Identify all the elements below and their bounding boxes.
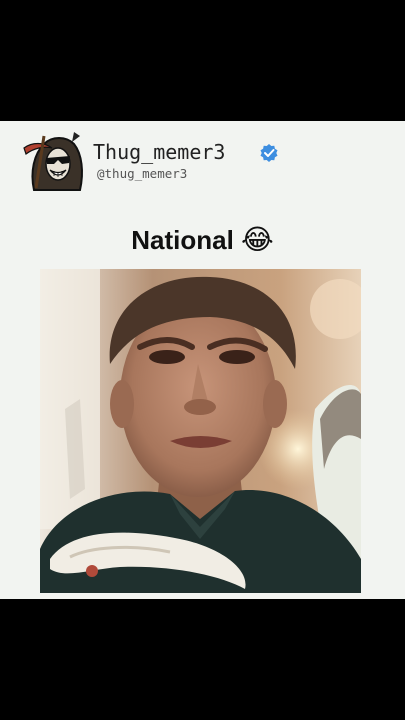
post-caption: National 😂 [0, 222, 405, 258]
caption-text: National [131, 225, 234, 255]
laughing-emoji-icon: 😂 [241, 223, 274, 256]
user-handle[interactable]: @thug_memer3 [97, 166, 187, 182]
username[interactable]: Thug_memer3 [93, 139, 225, 165]
avatar-icon[interactable] [22, 128, 86, 194]
video-frame[interactable] [40, 269, 361, 593]
verified-badge-icon [260, 144, 278, 162]
